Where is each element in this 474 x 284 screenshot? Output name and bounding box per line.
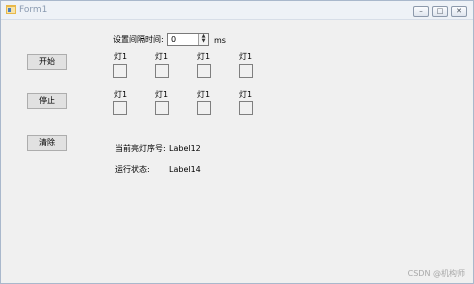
run-status-value: Label14: [169, 165, 201, 174]
watermark: CSDN @机构师: [407, 269, 465, 278]
lamp-label: 灯1: [155, 52, 169, 61]
lamp-box: [155, 64, 169, 78]
interval-unit: ms: [214, 36, 226, 45]
spin-arrows[interactable]: ▲ ▼: [198, 34, 208, 45]
lamp-box: [155, 101, 169, 115]
lamp-label: 灯1: [239, 52, 253, 61]
interval-spinbox[interactable]: 0 ▲ ▼: [167, 33, 209, 46]
stop-button[interactable]: 停止: [27, 93, 67, 109]
minimize-button[interactable]: –: [413, 6, 429, 17]
lamp-box: [113, 64, 127, 78]
spin-down-icon[interactable]: ▼: [200, 39, 207, 44]
interval-label: 设置间隔时间:: [113, 35, 164, 44]
run-status-label: 运行状态:: [115, 165, 150, 174]
current-lamp-label: 当前亮灯序号:: [115, 144, 166, 153]
lamp-box: [239, 101, 253, 115]
lamp-box: [239, 64, 253, 78]
form-window: Form1 – □ ✕ 开始 停止 清除 设置间隔时间: 0 ▲ ▼ ms 灯1…: [0, 0, 474, 284]
lamp-label: 灯1: [155, 90, 169, 99]
lamp-box: [197, 64, 211, 78]
lamp-label: 灯1: [114, 52, 128, 61]
close-button[interactable]: ✕: [451, 6, 467, 17]
current-lamp-value: Label12: [169, 144, 201, 153]
lamp-label: 灯1: [197, 90, 211, 99]
lamp-label: 灯1: [114, 90, 128, 99]
lamp-label: 灯1: [197, 52, 211, 61]
start-button[interactable]: 开始: [27, 54, 67, 70]
clear-button[interactable]: 清除: [27, 135, 67, 151]
lamp-box: [113, 101, 127, 115]
app-icon: [6, 5, 16, 14]
lamp-box: [197, 101, 211, 115]
interval-value[interactable]: 0: [171, 35, 176, 45]
lamp-label: 灯1: [239, 90, 253, 99]
title-bar[interactable]: Form1 – □ ✕: [1, 1, 473, 20]
maximize-button[interactable]: □: [432, 6, 448, 17]
window-title: Form1: [19, 5, 48, 15]
